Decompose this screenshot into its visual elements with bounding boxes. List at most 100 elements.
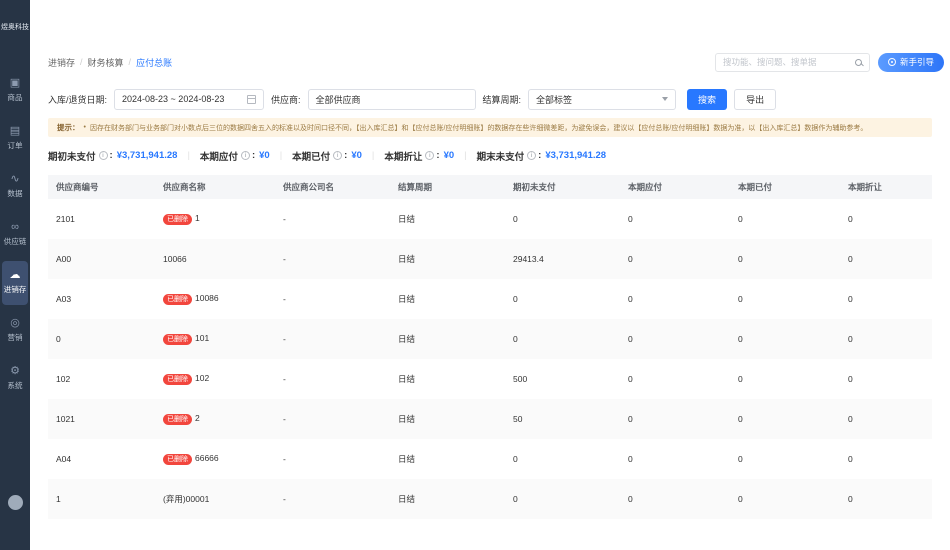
sidebar-item-label: 进销存 xyxy=(3,285,27,295)
sidebar-item-inventory[interactable]: ☁ 进销存 xyxy=(2,260,28,305)
sidebar-item-label: 订单 xyxy=(7,141,23,151)
cell-company-name: - xyxy=(275,399,390,439)
cell-supplier-code: 102 xyxy=(48,359,155,399)
app-logo: 煜奥科技 xyxy=(1,24,29,31)
breadcrumb-item-inventory[interactable]: 进销存 xyxy=(48,56,75,69)
supplier-label: 供应商: xyxy=(271,94,301,105)
cycle-select[interactable]: 全部标签 xyxy=(528,88,677,110)
summary-label: 本期折让 xyxy=(384,151,423,163)
cell-opening-unpaid: 29413.4 xyxy=(505,239,620,279)
cell-supplier-code: 0 xyxy=(48,319,155,359)
cell-company-name: - xyxy=(275,199,390,239)
table-row: 2101 已删除 1- 日结 0 0 0 0 xyxy=(48,199,932,239)
column-header: 本期折让 xyxy=(840,175,932,199)
breadcrumb-separator: / xyxy=(80,57,83,67)
sidebar: 煜奥科技 ▣ 商品 ▤ 订单 ∿ 数据 ∞ 供应链 ☁ 进销存 ◎ 营销 ⚙ 系统 xyxy=(0,0,30,550)
supplier-name: 10066 xyxy=(163,254,187,264)
cell-supplier-name: 已删除 2 xyxy=(155,399,275,439)
cell-company-name: - xyxy=(275,239,390,279)
summary-label: 期初未支付 xyxy=(48,151,96,163)
cell-supplier-name: 10066 xyxy=(155,239,275,279)
cell-period-paid: 0 xyxy=(730,319,840,359)
link-icon: ∞ xyxy=(11,221,19,234)
search-icon[interactable] xyxy=(854,58,862,66)
cell-period-paid: 0 xyxy=(730,239,840,279)
cycle-label: 结算周期: xyxy=(482,94,522,105)
sidebar-item-data[interactable]: ∿ 数据 xyxy=(2,165,28,209)
supplier-name: 101 xyxy=(195,333,210,344)
cell-supplier-name: 已删除 1 xyxy=(155,199,275,239)
cell-period-payable: 0 xyxy=(620,319,730,359)
cell-supplier-name: (弃用)00001 xyxy=(155,479,275,519)
summary-value: ¥0 xyxy=(443,150,455,161)
column-header: 供应商名称 xyxy=(155,175,275,199)
date-range-input[interactable]: 2024-08-23 ~ 2024-08-23 xyxy=(114,88,265,110)
cell-company-name: - xyxy=(275,479,390,519)
cell-settle-cycle: 日结 xyxy=(390,359,505,399)
support-icon[interactable] xyxy=(0,495,30,510)
deleted-badge: 已删除 xyxy=(163,333,192,345)
global-search-input[interactable] xyxy=(722,57,855,67)
cell-settle-cycle: 日结 xyxy=(390,399,505,439)
breadcrumb-item-finance[interactable]: 财务核算 xyxy=(88,56,124,69)
cell-opening-unpaid: 0 xyxy=(505,479,620,519)
cell-company-name: - xyxy=(275,319,390,359)
sidebar-item-label: 供应链 xyxy=(3,237,27,247)
table-row: A03 已删除 10086- 日结 0 0 0 0 xyxy=(48,279,932,319)
cell-period-discount: 0 xyxy=(840,399,932,439)
info-icon[interactable]: i xyxy=(425,151,435,160)
cell-company-name: - xyxy=(275,359,390,399)
cell-supplier-code: 1 xyxy=(48,479,155,519)
sidebar-item-marketing[interactable]: ◎ 营销 xyxy=(2,309,28,353)
sidebar-item-system[interactable]: ⚙ 系统 xyxy=(2,357,28,401)
cell-period-discount: 0 xyxy=(840,239,932,279)
table-row: 0 已删除 101- 日结 0 0 0 0 xyxy=(48,319,932,359)
info-icon[interactable]: i xyxy=(333,151,343,160)
cell-period-discount: 0 xyxy=(840,199,932,239)
deleted-badge: 已删除 xyxy=(163,413,192,425)
deleted-badge: 已删除 xyxy=(163,373,192,385)
summary-label: 本期已付 xyxy=(292,151,331,163)
sidebar-item-orders[interactable]: ▤ 订单 xyxy=(2,117,28,161)
cell-period-discount: 0 xyxy=(840,439,932,479)
column-header: 供应商公司名 xyxy=(275,175,390,199)
cell-settle-cycle: 日结 xyxy=(390,319,505,359)
cube-icon: ▣ xyxy=(9,77,21,90)
cell-company-name: - xyxy=(275,439,390,479)
payables-table: 供应商编号 供应商名称 供应商公司名 结算周期 期初未支付 本期应付 本期已付 本期折让 21… xyxy=(48,175,932,519)
supplier-name: 1 xyxy=(195,213,200,224)
summary-item: 本期已付i:¥0 xyxy=(270,149,362,163)
notice-prefix: 提示： xyxy=(57,123,80,132)
supplier-name: 2 xyxy=(195,413,200,424)
info-icon[interactable]: i xyxy=(240,151,250,160)
order-icon: ▤ xyxy=(9,125,21,138)
table-row: 1021 已删除 2- 日结 50 0 0 0 xyxy=(48,399,932,439)
supplier-name: (弃用)00001 xyxy=(163,494,210,504)
supplier-input[interactable]: 全部供应商 xyxy=(307,88,476,110)
info-icon[interactable]: i xyxy=(527,151,537,160)
summary-colon: : xyxy=(436,150,440,161)
guide-button[interactable]: 新手引导 xyxy=(877,52,944,72)
sidebar-item-goods[interactable]: ▣ 商品 xyxy=(2,69,28,113)
summary-item: 本期折让i:¥0 xyxy=(362,149,454,163)
sidebar-nav: ▣ 商品 ▤ 订单 ∿ 数据 ∞ 供应链 ☁ 进销存 ◎ 营销 ⚙ 系统 xyxy=(0,67,30,403)
summary-colon: : xyxy=(538,150,542,161)
cell-period-payable: 0 xyxy=(620,199,730,239)
export-button[interactable]: 导出 xyxy=(734,88,777,110)
deleted-badge: 已删除 xyxy=(163,213,192,225)
cell-opening-unpaid: 0 xyxy=(505,439,620,479)
search-button[interactable]: 搜索 xyxy=(687,88,728,110)
breadcrumb-current-page: 应付总账 xyxy=(136,57,173,68)
cycle-value: 全部标签 xyxy=(536,94,573,105)
sidebar-item-label: 数据 xyxy=(7,189,23,199)
breadcrumb: 进销存 / 财务核算 / 应付总账 xyxy=(48,56,172,69)
cell-supplier-name: 已删除 66666 xyxy=(155,439,275,479)
cell-period-payable: 0 xyxy=(620,399,730,439)
column-header: 本期应付 xyxy=(620,175,730,199)
global-search[interactable] xyxy=(714,52,870,72)
cell-period-paid: 0 xyxy=(730,479,840,519)
summary-item: 期初未支付 i: ¥3,731,941.28 xyxy=(48,149,177,163)
info-icon[interactable]: i xyxy=(98,151,108,160)
sidebar-item-supply-chain[interactable]: ∞ 供应链 xyxy=(2,213,28,257)
summary-value: ¥3,731,941.28 xyxy=(116,150,178,161)
